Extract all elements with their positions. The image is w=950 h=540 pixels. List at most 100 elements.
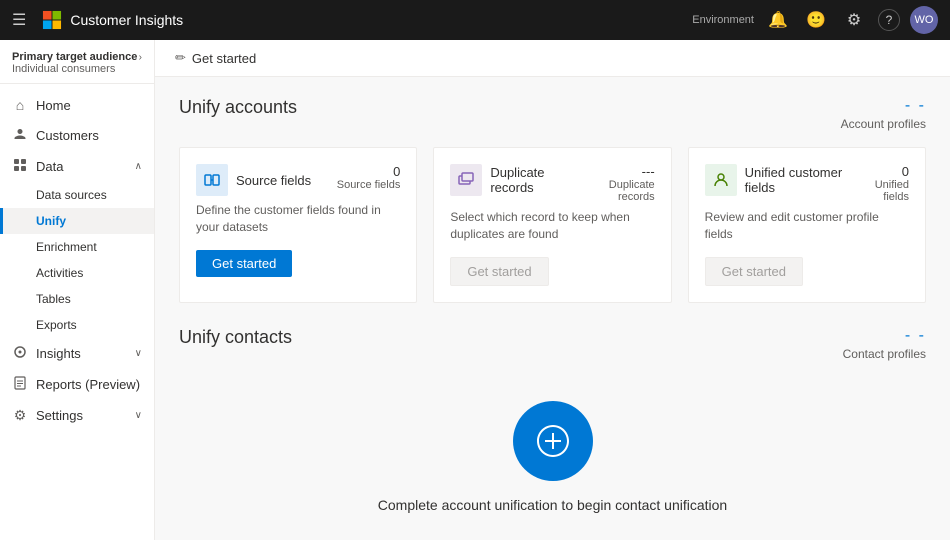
duplicate-records-count-num: --- — [578, 164, 655, 179]
duplicate-records-card: Duplicate records --- Duplicate records … — [433, 147, 671, 303]
duplicate-records-header: Duplicate records --- Duplicate records — [450, 164, 654, 203]
content-body: Unify accounts - - Account profiles — [155, 77, 950, 540]
unified-customer-fields-card: Unified customer fields 0 Unified fields… — [688, 147, 926, 303]
audience-chevron-icon: › — [139, 52, 142, 63]
insights-icon — [12, 345, 28, 362]
sidebar-item-customers[interactable]: Customers — [0, 120, 154, 151]
sidebar-item-insights-label: Insights — [36, 346, 127, 361]
sidebar-item-settings[interactable]: ⚙ Settings ∨ — [0, 400, 154, 431]
contacts-message: Complete account unification to begin co… — [378, 497, 727, 513]
insights-chevron-icon: ∨ — [135, 348, 142, 359]
unified-fields-count: 0 Unified fields — [854, 164, 909, 203]
help-icon[interactable]: ? — [878, 9, 900, 31]
unified-fields-count-num: 0 — [854, 164, 909, 179]
contacts-icon-circle — [513, 401, 593, 481]
sidebar-item-enrichment[interactable]: Enrichment — [0, 234, 154, 260]
source-fields-title-row: Source fields — [196, 164, 311, 196]
topbar: ☰ Customer Insights Environment 🔔 🙂 ⚙ ? … — [0, 0, 950, 40]
unify-contacts-section: Unify contacts - - Contact profiles Comp… — [179, 327, 926, 537]
home-icon: ⌂ — [12, 97, 28, 113]
source-fields-icon — [196, 164, 228, 196]
source-fields-card: Source fields 0 Source fields Define the… — [179, 147, 417, 303]
duplicate-records-get-started-button: Get started — [450, 257, 548, 286]
source-fields-description: Define the customer fields found in your… — [196, 202, 400, 236]
sidebar-item-home-label: Home — [36, 98, 142, 113]
duplicate-records-action: Get started — [450, 257, 654, 286]
duplicate-records-title: Duplicate records — [490, 165, 577, 195]
audience-sub: Individual consumers — [12, 63, 142, 75]
microsoft-logo: Customer Insights — [42, 10, 183, 30]
duplicate-records-icon — [450, 164, 482, 196]
topbar-actions: Environment 🔔 🙂 ⚙ ? WO — [692, 6, 938, 34]
unify-cards-row: Source fields 0 Source fields Define the… — [179, 147, 926, 303]
bell-icon[interactable]: 🔔 — [764, 6, 792, 34]
sidebar-item-activities-label: Activities — [36, 266, 83, 280]
duplicate-records-count-label: Duplicate records — [578, 179, 655, 203]
edit-icon: ✏ — [175, 50, 186, 66]
settings-chevron-icon: ∨ — [135, 410, 142, 421]
content-area: ✏ Get started Unify accounts - - Account… — [155, 40, 950, 540]
customers-icon — [12, 127, 28, 144]
duplicate-records-count: --- Duplicate records — [578, 164, 655, 203]
settings-icon[interactable]: ⚙ — [840, 6, 868, 34]
sidebar-nav: ⌂ Home Customers — [0, 84, 154, 437]
unified-fields-get-started-button: Get started — [705, 257, 803, 286]
source-fields-action: Get started — [196, 250, 400, 277]
unify-accounts-header: Unify accounts - - Account profiles — [179, 97, 926, 131]
contact-profiles-section: - - Contact profiles — [843, 327, 926, 361]
sidebar-item-tables[interactable]: Tables — [0, 286, 154, 312]
sidebar-item-enrichment-label: Enrichment — [36, 240, 97, 254]
main-layout: Primary target audience › Individual con… — [0, 40, 950, 540]
hamburger-icon[interactable]: ☰ — [12, 10, 26, 30]
account-profiles-label: Account profiles — [841, 117, 926, 131]
unified-fields-description: Review and edit customer profile fields — [705, 209, 909, 243]
source-fields-get-started-button[interactable]: Get started — [196, 250, 292, 277]
source-fields-header: Source fields 0 Source fields — [196, 164, 400, 196]
account-profiles-section: - - Account profiles — [841, 97, 926, 131]
unified-fields-icon — [705, 164, 737, 196]
reports-icon — [12, 376, 28, 393]
sidebar-item-exports[interactable]: Exports — [0, 312, 154, 338]
data-icon — [12, 158, 28, 175]
sidebar-item-data-sources-label: Data sources — [36, 188, 107, 202]
sidebar-item-tables-label: Tables — [36, 292, 71, 306]
sidebar-item-customers-label: Customers — [36, 128, 142, 143]
source-fields-count-num: 0 — [337, 164, 401, 179]
unify-contacts-title: Unify contacts — [179, 327, 292, 348]
sidebar-item-settings-label: Settings — [36, 408, 127, 423]
smiley-icon[interactable]: 🙂 — [802, 6, 830, 34]
avatar[interactable]: WO — [910, 6, 938, 34]
sidebar-item-data-label: Data — [36, 159, 127, 174]
duplicate-records-title-row: Duplicate records — [450, 164, 577, 196]
sidebar-item-data-sources[interactable]: Data sources — [0, 182, 154, 208]
unified-fields-count-label: Unified fields — [854, 179, 909, 203]
unify-accounts-title: Unify accounts — [179, 97, 297, 118]
content-header-title: Get started — [192, 51, 256, 66]
sidebar-audience-header[interactable]: Primary target audience › Individual con… — [0, 40, 154, 84]
sidebar-settings-icon: ⚙ — [12, 407, 28, 424]
sidebar-item-reports[interactable]: Reports (Preview) — [0, 369, 154, 400]
unified-fields-title: Unified customer fields — [745, 165, 854, 195]
sidebar-item-home[interactable]: ⌂ Home — [0, 90, 154, 120]
source-fields-count-label: Source fields — [337, 179, 401, 191]
data-chevron-icon: ∧ — [135, 161, 142, 172]
content-header: ✏ Get started — [155, 40, 950, 77]
unify-contacts-header: Unify contacts - - Contact profiles — [179, 327, 926, 361]
contacts-body: Complete account unification to begin co… — [179, 377, 926, 537]
unified-fields-action: Get started — [705, 257, 909, 286]
sidebar-item-reports-label: Reports (Preview) — [36, 377, 142, 392]
unified-fields-title-row: Unified customer fields — [705, 164, 854, 196]
duplicate-records-description: Select which record to keep when duplica… — [450, 209, 654, 243]
sidebar-item-activities[interactable]: Activities — [0, 260, 154, 286]
source-fields-count: 0 Source fields — [337, 164, 401, 191]
sidebar-item-unify[interactable]: Unify — [0, 208, 154, 234]
sidebar-item-data[interactable]: Data ∧ — [0, 151, 154, 182]
app-title: Customer Insights — [70, 12, 183, 28]
unified-fields-header: Unified customer fields 0 Unified fields — [705, 164, 909, 203]
sidebar-item-exports-label: Exports — [36, 318, 77, 332]
sidebar-item-insights[interactable]: Insights ∨ — [0, 338, 154, 369]
source-fields-title: Source fields — [236, 173, 311, 188]
audience-label: Primary target audience — [12, 51, 137, 63]
sidebar: Primary target audience › Individual con… — [0, 40, 155, 540]
environment-label: Environment — [692, 14, 754, 26]
